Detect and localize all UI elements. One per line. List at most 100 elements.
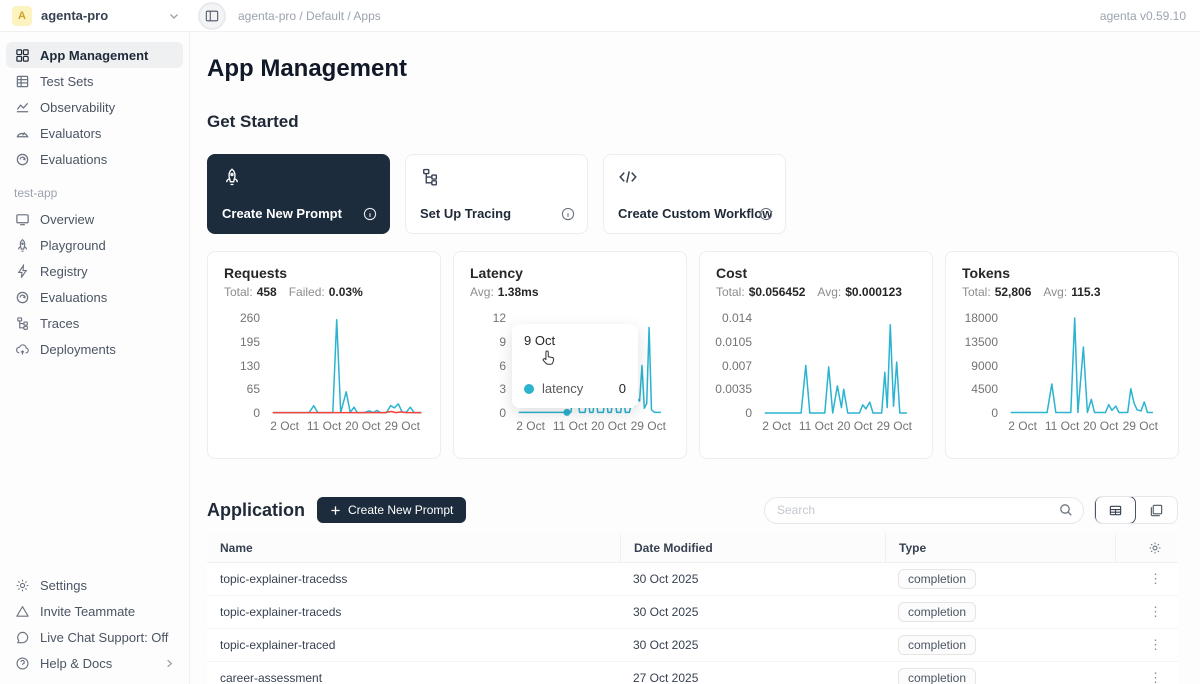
- tree-icon: [420, 167, 573, 187]
- get-started-cards: Create New Prompt Set Up Tracing Create …: [207, 154, 1178, 234]
- sidebar-item-app-management[interactable]: App Management: [6, 42, 183, 68]
- sidebar-item-label: Settings: [40, 578, 87, 593]
- apps-table: Name Date Modified Type topic-explainer-…: [207, 533, 1178, 684]
- tokens-chart-card: Tokens Total:52,806Avg:115.3 18000135009…: [945, 251, 1179, 459]
- triangle-icon: [14, 603, 30, 619]
- topbar: A agenta-pro agenta-pro / Default / Apps…: [0, 0, 1200, 32]
- sidebar-item-label: Live Chat Support: Off: [40, 630, 168, 645]
- table-row[interactable]: career-assessment 27 Oct 2025 completion…: [207, 662, 1178, 684]
- tooltip-value: 0: [619, 381, 626, 396]
- date-modified: 30 Oct 2025: [620, 572, 885, 586]
- row-menu-button[interactable]: ⋮: [1149, 607, 1162, 617]
- app-type: completion: [885, 569, 1115, 589]
- get-started-title: Get Started: [207, 112, 1178, 132]
- sidebar-item-traces[interactable]: Traces: [6, 310, 183, 336]
- sidebar-item-invite-teammate[interactable]: Invite Teammate: [6, 598, 183, 624]
- chart-stats: Total:458Failed:0.03%: [224, 285, 424, 299]
- workspace-selector[interactable]: A agenta-pro: [0, 6, 190, 26]
- chart-stat: Failed:0.03%: [289, 285, 363, 299]
- column-header-name[interactable]: Name: [207, 541, 620, 555]
- app-name: topic-explainer-traceds: [207, 605, 620, 619]
- sidebar-item-label: Evaluations: [40, 290, 107, 305]
- sidebar-item-evaluations[interactable]: Evaluations: [6, 146, 183, 172]
- page-title: App Management: [207, 55, 1178, 83]
- table-row[interactable]: topic-explainer-traced 30 Oct 2025 compl…: [207, 629, 1178, 662]
- card-view-button[interactable]: [1136, 496, 1177, 524]
- hand-cursor-icon: [538, 348, 558, 368]
- chart-stats: Total:$0.056452 Avg:$0.000123: [716, 285, 916, 299]
- chart-plot[interactable]: 260195130650: [224, 313, 424, 417]
- gauge-icon: [14, 125, 30, 141]
- row-menu-button[interactable]: ⋮: [1149, 673, 1162, 683]
- type-badge: completion: [898, 569, 976, 589]
- card-label: Create New Prompt: [222, 206, 342, 221]
- card-view-icon: [1149, 503, 1164, 518]
- x-axis-labels: 2 Oct11 Oct20 Oct29 Oct: [760, 419, 916, 435]
- table-view-button[interactable]: [1095, 496, 1136, 524]
- create-new-prompt-button[interactable]: Create New Prompt: [317, 497, 466, 523]
- main-content: App Management Get Started Create New Pr…: [190, 32, 1200, 684]
- sidebar-item-overview[interactable]: Overview: [6, 206, 183, 232]
- sidebar-item-live-chat[interactable]: Live Chat Support: Off: [6, 624, 183, 650]
- search-box: [764, 497, 1084, 524]
- chart-title: Tokens: [962, 265, 1162, 281]
- sidebar-item-help-docs[interactable]: Help & Docs: [6, 650, 183, 676]
- sidebar-item-label: Playground: [40, 238, 106, 253]
- chart-stat: Total:$0.056452: [716, 285, 805, 299]
- chart-stat: Avg:115.3: [1043, 285, 1100, 299]
- type-badge: completion: [898, 602, 976, 622]
- app-type: completion: [885, 635, 1115, 655]
- chart-plot[interactable]: 1800013500900045000: [962, 313, 1162, 417]
- column-header-type[interactable]: Type: [885, 533, 1115, 563]
- chat-bubble-icon: [14, 629, 30, 645]
- breadcrumb[interactable]: agenta-pro / Default / Apps: [238, 9, 1100, 23]
- sidebar-item-app-evaluations[interactable]: Evaluations: [6, 284, 183, 310]
- sidebar-item-settings[interactable]: Settings: [6, 572, 183, 598]
- column-settings[interactable]: [1115, 533, 1178, 563]
- type-badge: completion: [898, 668, 976, 684]
- table-row[interactable]: topic-explainer-tracedss 30 Oct 2025 com…: [207, 563, 1178, 596]
- date-modified: 27 Oct 2025: [620, 671, 885, 684]
- sidebar-item-registry[interactable]: Registry: [6, 258, 183, 284]
- column-header-date-modified[interactable]: Date Modified: [620, 533, 885, 563]
- sidebar-item-evaluators[interactable]: Evaluators: [6, 120, 183, 146]
- x-axis-labels: 2 Oct11 Oct20 Oct29 Oct: [514, 419, 670, 435]
- chart-plot[interactable]: 0.0140.01050.0070.00350: [716, 313, 916, 417]
- sidebar-section-app-name: test-app: [14, 186, 183, 200]
- sidebar-item-label: Evaluators: [40, 126, 101, 141]
- chart-stat: Avg:$0.000123: [817, 285, 902, 299]
- set-up-tracing-card[interactable]: Set Up Tracing: [405, 154, 588, 234]
- create-custom-workflow-card[interactable]: Create Custom Workflow: [603, 154, 786, 234]
- rocket-icon: [14, 237, 30, 253]
- code-icon: [618, 167, 771, 187]
- search-icon[interactable]: [1059, 503, 1073, 517]
- row-menu-button[interactable]: ⋮: [1149, 640, 1162, 650]
- info-icon[interactable]: [561, 207, 575, 221]
- table-row[interactable]: topic-explainer-traceds 30 Oct 2025 comp…: [207, 596, 1178, 629]
- search-input[interactable]: [777, 503, 1059, 517]
- lightning-icon: [14, 263, 30, 279]
- sidebar-item-label: Registry: [40, 264, 88, 279]
- sidebar-item-label: App Management: [40, 48, 148, 63]
- sidebar-collapse-button[interactable]: [198, 2, 226, 30]
- table-view-icon: [1108, 503, 1123, 518]
- card-label: Create Custom Workflow: [618, 206, 772, 221]
- row-menu-button[interactable]: ⋮: [1149, 574, 1162, 584]
- chart-line-icon: [14, 99, 30, 115]
- sidebar-item-deployments[interactable]: Deployments: [6, 336, 183, 362]
- sidebar-item-test-sets[interactable]: Test Sets: [6, 68, 183, 94]
- chart-stats: Avg:1.38ms: [470, 285, 670, 299]
- app-name: topic-explainer-traced: [207, 638, 620, 652]
- sidebar-item-label: Traces: [40, 316, 79, 331]
- create-new-prompt-card[interactable]: Create New Prompt: [207, 154, 390, 234]
- info-icon[interactable]: [363, 207, 377, 221]
- sidebar-item-playground[interactable]: Playground: [6, 232, 183, 258]
- sidebar-item-observability[interactable]: Observability: [6, 94, 183, 120]
- info-icon[interactable]: [759, 207, 773, 221]
- sidebar-item-label: Test Sets: [40, 74, 93, 89]
- chart-title: Latency: [470, 265, 670, 281]
- tooltip-date: 9 Oct: [524, 333, 626, 348]
- chart-stat: Avg:1.38ms: [470, 285, 539, 299]
- metrics-cards: Requests Total:458Failed:0.03% 260195130…: [207, 251, 1178, 459]
- rocket-icon: [222, 167, 375, 187]
